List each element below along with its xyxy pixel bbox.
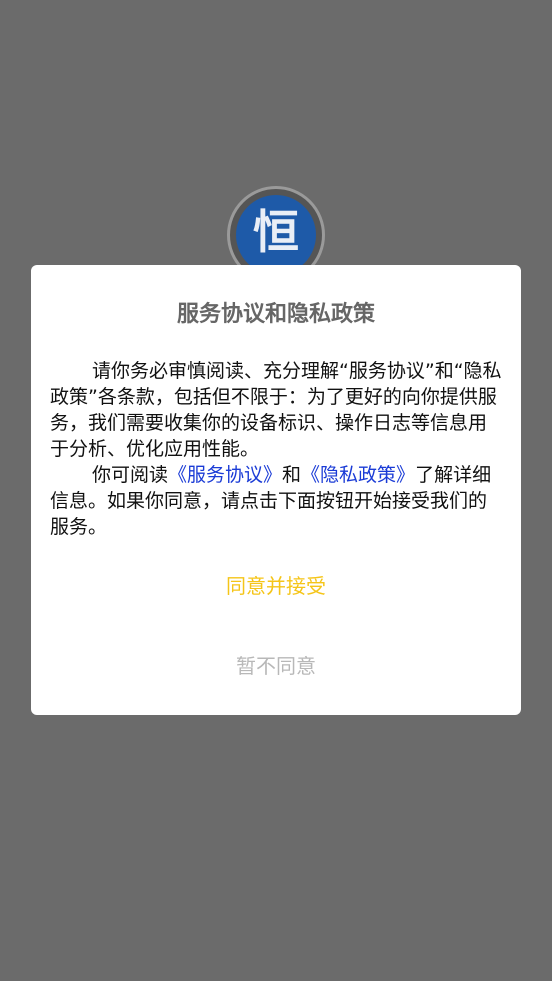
privacy-policy-link[interactable]: 《隐私政策》 [301, 464, 415, 486]
dialog-paragraph-2: 你可阅读《服务协议》和《隐私政策》了解详细信息。如果你同意，请点击下面按钮开始接… [50, 462, 505, 540]
service-agreement-link[interactable]: 《服务协议》 [168, 464, 282, 486]
logo-glyph: 恒 [253, 205, 299, 259]
paragraph-2-and: 和 [282, 464, 302, 486]
dialog-title: 服务协议和隐私政策 [176, 302, 375, 327]
screen: 恒 服务协议和隐私政策 请你务必审慎阅读、充分理解“服务协议”和“隐私政策”各条… [0, 0, 552, 981]
dialog-paragraph-1: 请你务必审慎阅读、充分理解“服务协议”和“隐私政策”各条款，包括但不限于：为了更… [50, 360, 502, 460]
paragraph-2-prefix: 你可阅读 [92, 464, 169, 486]
decline-button[interactable]: 暂不同意 [0, 650, 552, 679]
logo-badge: 恒 [236, 195, 316, 275]
agree-button[interactable]: 同意并接受 [0, 570, 552, 599]
dialog-body: 请你务必审慎阅读、充分理解“服务协议”和“隐私政策”各条款，包括但不限于：为了更… [50, 358, 505, 540]
